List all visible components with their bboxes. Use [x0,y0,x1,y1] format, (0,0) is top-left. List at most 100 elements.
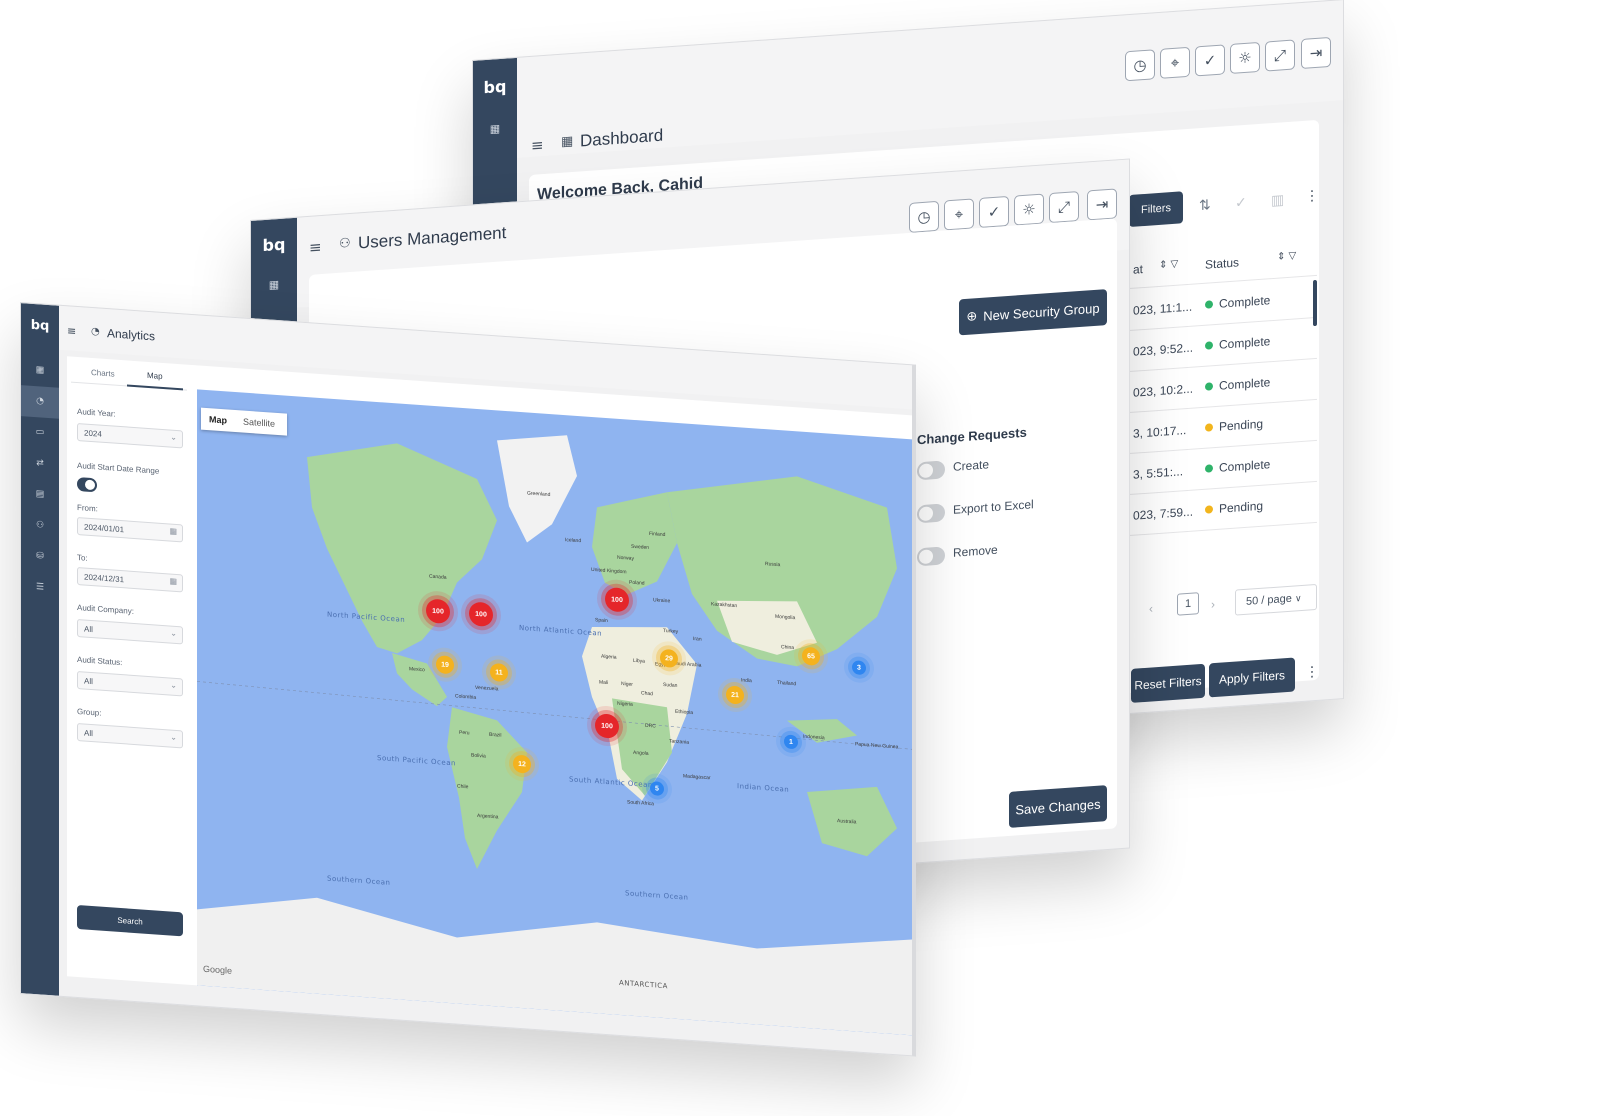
approve-icon[interactable]: ✓ [1235,195,1247,212]
place-label: Brazil [489,731,502,739]
save-changes-button[interactable]: Save Changes [1009,785,1107,828]
new-security-group-button[interactable]: ⊕ New Security Group [959,289,1107,336]
audits-nav-icon[interactable]: ▭ [21,416,59,450]
logout-icon[interactable]: ⇥ [1087,188,1117,221]
status-badge: Complete [1205,375,1270,394]
place-label: Angola [633,749,649,757]
group-select[interactable]: All ⌄ [77,722,183,749]
fullscreen-icon[interactable]: ⤢ [1049,191,1079,224]
search-button[interactable]: Search [77,904,183,937]
column-header-date: at [1133,262,1144,277]
prev-page-icon[interactable]: ‹ [1149,601,1153,615]
dashboard-nav-icon[interactable]: ▦ [251,277,297,293]
location-icon[interactable]: ⌖ [1160,46,1190,79]
page-size-select[interactable]: 50 / page ∨ [1235,583,1317,616]
audit-year-select[interactable]: 2024 ⌄ [77,422,183,449]
check-circle-icon[interactable]: ✓ [979,195,1009,229]
remove-toggle[interactable] [917,546,945,567]
fullscreen-icon[interactable]: ⤢ [1265,39,1295,72]
next-page-icon[interactable]: › [1211,597,1215,611]
hamburger-menu-icon[interactable]: ≡ [67,324,76,338]
location-icon[interactable]: ⌖ [944,198,974,231]
status-dot [1205,382,1213,391]
map-cluster-marker[interactable]: 19 [436,655,454,675]
sort-icon[interactable]: ⇅ [1199,197,1211,214]
place-label: Mexico [409,666,425,674]
chevron-down-icon: ⌄ [170,628,177,638]
reset-filters-button[interactable]: Reset Filters [1131,663,1205,703]
satellite-view-button[interactable]: Satellite [243,417,275,429]
map-cluster-marker[interactable]: 29 [660,648,678,669]
dashboard-nav-icon[interactable]: ▦ [21,354,59,388]
current-page[interactable]: 1 [1177,592,1199,616]
delete-icon[interactable]: ▥ [1271,192,1284,209]
to-date-input[interactable]: 2024/12/31 ▦ [77,566,183,593]
from-date-input[interactable]: 2024/01/01 ▦ [77,516,183,543]
page-title: Analytics [107,326,156,344]
brightness-icon[interactable]: ☼ [1230,41,1260,74]
transfer-nav-icon[interactable]: ⇄ [21,447,59,481]
status-dot [1205,300,1213,309]
dashboard-icon: ▦ [561,133,574,150]
place-label: Peru [459,729,470,737]
hamburger-menu-icon[interactable]: ≡ [531,136,544,155]
history-icon[interactable]: ◷ [1125,49,1155,82]
place-label: Sweden [631,543,650,551]
filters-button[interactable]: Filters [1129,191,1183,228]
export-toggle[interactable] [917,503,945,524]
more-menu-icon[interactable]: ⋮ [1305,188,1319,205]
map-cluster-marker[interactable]: 11 [490,662,508,683]
tab-charts[interactable]: Charts [91,368,115,379]
reports-nav-icon[interactable]: ▤ [21,478,59,512]
check-circle-icon[interactable]: ✓ [1195,44,1225,77]
map-cluster-marker[interactable]: 12 [513,754,531,774]
status-label: Audit Status: [77,654,123,668]
place-label: Canada [429,573,447,581]
page-size-value: 50 / page [1246,592,1292,608]
google-attribution: Google [203,963,233,976]
dashboard-nav-icon[interactable]: ▦ [473,121,517,137]
toggle-label: Remove [953,542,998,560]
analytics-content: Charts Map Audit Year: 2024 ⌄ Audit Start… [67,356,913,1036]
world-map[interactable]: Map Satellite North Pacific Ocean North … [197,389,913,1036]
map-land-layer [197,435,913,1036]
sort-status-icon[interactable]: ⇕ ▽ [1277,250,1296,262]
calendar-icon: ▦ [169,576,177,586]
logout-icon[interactable]: ⇥ [1301,36,1331,70]
tab-bar: Charts Map [71,360,187,391]
tab-map[interactable]: Map [147,371,163,381]
cell-status: Complete [1219,293,1271,311]
status-badge: Complete [1205,334,1270,353]
status-select[interactable]: All ⌄ [77,670,183,697]
group-lead-field[interactable]: oup Lead [1131,709,1317,749]
create-toggle[interactable] [917,460,945,481]
users-nav-icon[interactable]: ⚇ [21,509,59,543]
company-select[interactable]: All ⌄ [77,618,183,645]
apply-filters-button[interactable]: Apply Filters [1209,657,1295,698]
analytics-nav-icon[interactable]: ◔ [21,385,59,419]
place-label: China [781,644,795,652]
users-sidebar: bq ▦ [251,217,297,331]
more-menu-icon[interactable]: ⋮ [1305,664,1319,681]
brightness-icon[interactable]: ☼ [1014,193,1044,226]
sort-date-icon[interactable]: ⇕ ▽ [1159,259,1178,271]
database-nav-icon[interactable]: ⛁ [21,540,59,574]
status-badge: Pending [1205,417,1263,435]
column-header-status: Status [1205,255,1240,272]
chevron-down-icon: ⌄ [170,680,177,690]
map-cluster-marker[interactable]: 1 [784,734,798,750]
place-label: Chile [457,783,469,791]
map-cluster-marker[interactable]: 21 [726,685,744,705]
place-label: DRC [645,722,656,730]
hamburger-menu-icon[interactable]: ≡ [309,238,322,257]
map-cluster-marker[interactable]: 3 [852,660,866,676]
settings-nav-icon[interactable]: ☰ [21,571,59,605]
table-scrollbar[interactable] [1313,279,1317,327]
map-view-button[interactable]: Map [209,414,227,425]
map-cluster-marker[interactable]: 5 [650,781,664,797]
place-label: Finland [649,530,666,539]
brand-logo: bq [30,317,50,335]
history-icon[interactable]: ◷ [909,200,939,233]
map-cluster-marker[interactable]: 65 [802,646,820,666]
date-range-toggle[interactable] [77,476,97,493]
